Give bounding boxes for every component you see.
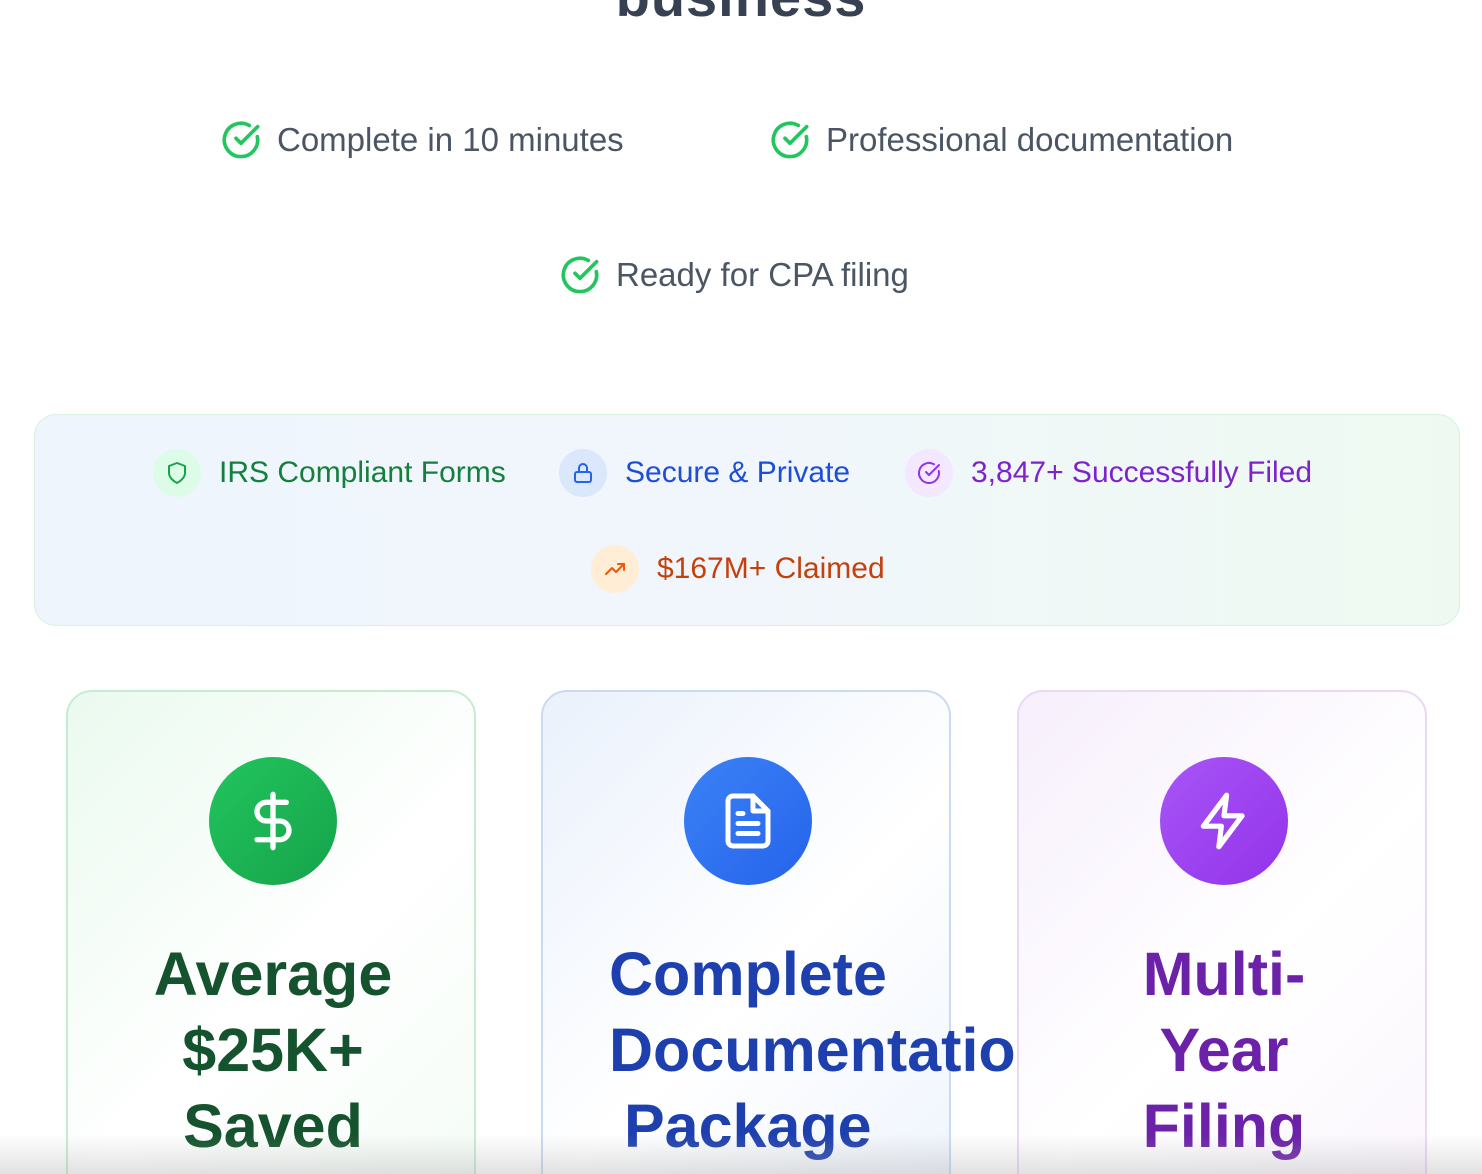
card-title-line: Complete <box>609 940 887 1008</box>
trust-label: IRS Compliant Forms <box>219 456 506 489</box>
benefit-item: Complete in 10 minutes <box>221 120 624 160</box>
feature-card-multiyear: Multi- Year Filing <box>1017 690 1427 1174</box>
card-title-line: Average <box>153 940 393 1008</box>
check-circle-icon <box>905 449 953 497</box>
card-title-line: Year <box>1159 1016 1289 1084</box>
trust-item-claimed: $167M+ Claimed <box>591 545 885 593</box>
page: business Complete in 10 minutes Professi… <box>0 0 1482 1174</box>
benefit-label: Ready for CPA filing <box>616 256 909 293</box>
card-title: Complete Documentatio Package <box>609 936 1016 1164</box>
benefit-label: Professional documentation <box>826 121 1234 158</box>
trust-item-filed: 3,847+ Successfully Filed <box>905 449 1312 497</box>
feature-card-savings: Average $25K+ Saved <box>66 690 476 1174</box>
benefit-label: Complete in 10 minutes <box>277 121 624 158</box>
trust-item-secure: Secure & Private <box>559 449 850 497</box>
lock-icon <box>559 449 607 497</box>
benefit-item: Ready for CPA filing <box>560 255 909 295</box>
trust-label: $167M+ Claimed <box>657 552 885 585</box>
benefit-item: Professional documentation <box>770 120 1233 160</box>
trust-bar: IRS Compliant Forms Secure & Private 3,8… <box>34 414 1460 626</box>
hero-heading: business <box>0 0 1482 29</box>
lightning-icon <box>1160 757 1288 885</box>
check-circle-icon <box>561 256 599 294</box>
card-title-line: Multi- <box>1142 940 1306 1008</box>
feature-card-documentation: Complete Documentatio Package <box>541 690 1016 1174</box>
card-title-line: Documentatio <box>609 1016 1016 1084</box>
card-title: Average $25K+ Saved <box>68 936 474 1164</box>
scroll-shadow <box>0 1134 1482 1174</box>
check-circle-icon <box>222 121 260 159</box>
trust-label: 3,847+ Successfully Filed <box>971 456 1313 489</box>
trust-item-irs: IRS Compliant Forms <box>153 449 506 497</box>
card-title: Multi- Year Filing <box>1019 936 1425 1164</box>
check-circle-icon <box>771 121 809 159</box>
trust-label: Secure & Private <box>625 456 851 489</box>
card-title-line: $25K+ <box>182 1016 364 1084</box>
document-icon <box>684 757 812 885</box>
trending-up-icon <box>591 545 639 593</box>
shield-icon <box>153 449 201 497</box>
dollar-icon <box>209 757 337 885</box>
